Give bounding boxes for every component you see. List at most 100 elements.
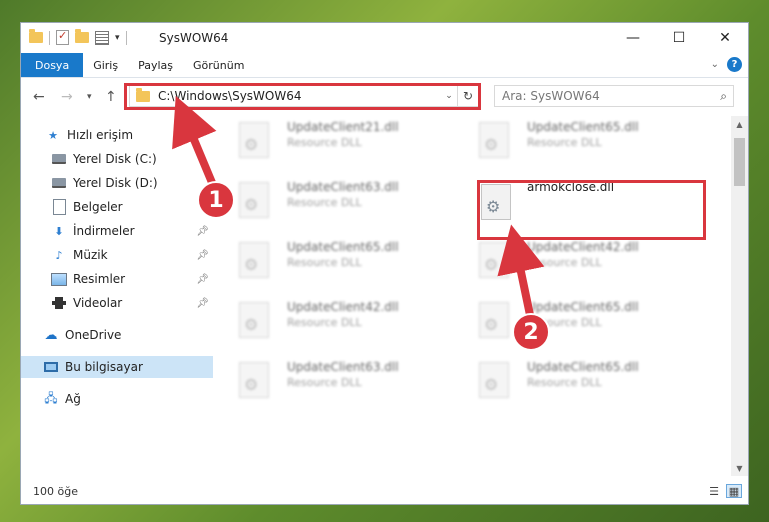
window-controls: — ☐ ✕ [610, 23, 748, 53]
expand-ribbon-icon[interactable]: ⌄ [711, 59, 719, 70]
file-highlight [477, 180, 706, 240]
sidebar-item-music[interactable]: ♪ Müzik 📌︎ [21, 244, 213, 266]
file-name: UpdateClient65.dll [527, 120, 639, 134]
disk-icon [51, 152, 67, 166]
dll-file-icon: ⚙ [479, 302, 509, 338]
scrollbar-thumb[interactable] [734, 138, 745, 186]
quick-access-toolbar: ▾ [29, 29, 127, 45]
sidebar-item-label: Bu bilgisayar [65, 360, 143, 374]
status-bar: 100 öğe ☰ ▦ [21, 478, 748, 504]
file-type: Resource DLL [287, 256, 362, 269]
video-icon [51, 296, 67, 310]
file-list: ⚙ UpdateClient21.dll Resource DLL ⚙ Upda… [221, 116, 729, 476]
sidebar-item-documents[interactable]: Belgeler [21, 196, 213, 218]
sidebar-item-label: Müzik [73, 248, 108, 262]
sidebar-item-this-pc[interactable]: Bu bilgisayar [21, 356, 213, 378]
file-type: Resource DLL [287, 376, 362, 389]
pin-icon[interactable]: 📌︎ [196, 226, 209, 237]
sidebar-item-downloads[interactable]: ⬇ İndirmeler 📌︎ [21, 220, 213, 242]
pin-icon[interactable]: 📌︎ [196, 250, 209, 261]
explorer-window: ▾ SysWOW64 — ☐ ✕ Dosya Giriş Paylaş Görü… [20, 22, 749, 505]
up-arrow-icon[interactable]: ↑ [105, 89, 117, 105]
sidebar-item-quick-access[interactable]: ★ Hızlı erişim [21, 124, 213, 146]
tab-file[interactable]: Dosya [21, 53, 84, 77]
search-icon[interactable]: ⌕ [720, 89, 727, 104]
file-name: UpdateClient65.dll [527, 300, 639, 314]
dll-file-icon: ⚙ [239, 122, 269, 158]
vertical-scrollbar[interactable]: ▲ ▼ [731, 116, 748, 476]
file-name: UpdateClient42.dll [287, 300, 399, 314]
tab-share[interactable]: Paylaş [128, 53, 183, 77]
sidebar-item-label: Ağ [65, 392, 81, 406]
file-type: Resource DLL [527, 376, 602, 389]
file-name: UpdateClient63.dll [287, 360, 399, 374]
folder-icon [29, 29, 43, 43]
sidebar-item-local-disk-c[interactable]: Yerel Disk (C:) [21, 148, 213, 170]
pin-icon[interactable]: 📌︎ [196, 298, 209, 309]
quick-access-dropdown-icon[interactable]: ▾ [115, 33, 120, 43]
file-item[interactable]: ⚙ UpdateClient65.dll Resource DLL [461, 116, 681, 168]
properties-check-icon[interactable] [56, 29, 69, 45]
sidebar-item-label: Hızlı erişim [67, 128, 134, 142]
file-name: UpdateClient65.dll [287, 240, 399, 254]
sidebar-item-label: Resimler [73, 272, 126, 286]
computer-icon [43, 360, 59, 374]
toolbar-separator [125, 30, 127, 45]
tab-view[interactable]: Görünüm [183, 53, 254, 77]
search-box[interactable]: Ara: SysWOW64 ⌕ [494, 85, 734, 107]
scroll-up-icon[interactable]: ▲ [731, 116, 748, 132]
minimize-button[interactable]: — [610, 23, 656, 53]
sidebar-item-label: OneDrive [65, 328, 122, 342]
step-marker-2: 2 [512, 313, 550, 351]
network-icon: 🖧︎ [44, 390, 58, 405]
sidebar-item-label: Videolar [73, 296, 123, 310]
sidebar-item-label: İndirmeler [73, 224, 135, 238]
document-icon [51, 199, 67, 215]
cloud-icon: ☁ [44, 327, 58, 343]
disk-icon [51, 176, 67, 190]
large-icons-view-icon[interactable]: ▦ [726, 484, 742, 498]
file-type: Resource DLL [287, 136, 362, 149]
file-item[interactable]: ⚙ UpdateClient63.dll Resource DLL [221, 356, 441, 408]
sidebar-item-network[interactable]: 🖧︎ Ağ [21, 388, 213, 410]
sidebar-item-onedrive[interactable]: ☁ OneDrive [21, 324, 213, 346]
sidebar-item-videos[interactable]: Videolar 📌︎ [21, 292, 213, 314]
dll-file-icon: ⚙ [479, 362, 509, 398]
sidebar-item-local-disk-d[interactable]: Yerel Disk (D:) [21, 172, 213, 194]
sidebar-item-label: Yerel Disk (D:) [73, 176, 158, 190]
file-type: Resource DLL [287, 196, 362, 209]
new-folder-icon[interactable] [75, 29, 89, 43]
tab-home[interactable]: Giriş [83, 53, 128, 77]
sidebar-item-pictures[interactable]: Resimler 📌︎ [21, 268, 213, 290]
scroll-down-icon[interactable]: ▼ [731, 460, 748, 476]
address-bar-highlight [124, 83, 481, 110]
close-button[interactable]: ✕ [702, 23, 748, 53]
file-item[interactable]: ⚙ UpdateClient65.dll Resource DLL [221, 236, 441, 288]
search-placeholder: Ara: SysWOW64 [502, 89, 600, 103]
dll-file-icon: ⚙ [239, 182, 269, 218]
recent-locations-icon[interactable]: ▾ [87, 92, 92, 102]
help-icon[interactable]: ? [727, 57, 742, 72]
file-name: UpdateClient42.dll [527, 240, 639, 254]
customize-icon[interactable] [95, 30, 109, 45]
details-view-icon[interactable]: ☰ [706, 484, 722, 498]
ribbon-tabs: Dosya Giriş Paylaş Görünüm [21, 53, 748, 77]
file-item[interactable]: ⚙ UpdateClient63.dll Resource DLL [221, 176, 441, 228]
sidebar-item-label: Yerel Disk (C:) [73, 152, 157, 166]
file-item[interactable]: ⚙ UpdateClient65.dll Resource DLL [461, 296, 681, 348]
forward-arrow-icon[interactable]: → [61, 89, 73, 105]
file-item[interactable]: ⚙ UpdateClient42.dll Resource DLL [461, 236, 681, 288]
pin-icon[interactable]: 📌︎ [196, 274, 209, 285]
file-item[interactable]: ⚙ UpdateClient21.dll Resource DLL [221, 116, 441, 168]
dll-file-icon: ⚙ [479, 242, 509, 278]
picture-icon [51, 272, 67, 286]
back-arrow-icon[interactable]: ← [33, 89, 45, 105]
item-count: 100 öğe [33, 484, 78, 498]
view-buttons: ☰ ▦ [706, 484, 742, 498]
star-icon: ★ [48, 128, 58, 142]
maximize-button[interactable]: ☐ [656, 23, 702, 53]
file-name: UpdateClient65.dll [527, 360, 639, 374]
step-marker-1: 1 [197, 181, 235, 219]
file-item[interactable]: ⚙ UpdateClient65.dll Resource DLL [461, 356, 681, 408]
file-item[interactable]: ⚙ UpdateClient42.dll Resource DLL [221, 296, 441, 348]
